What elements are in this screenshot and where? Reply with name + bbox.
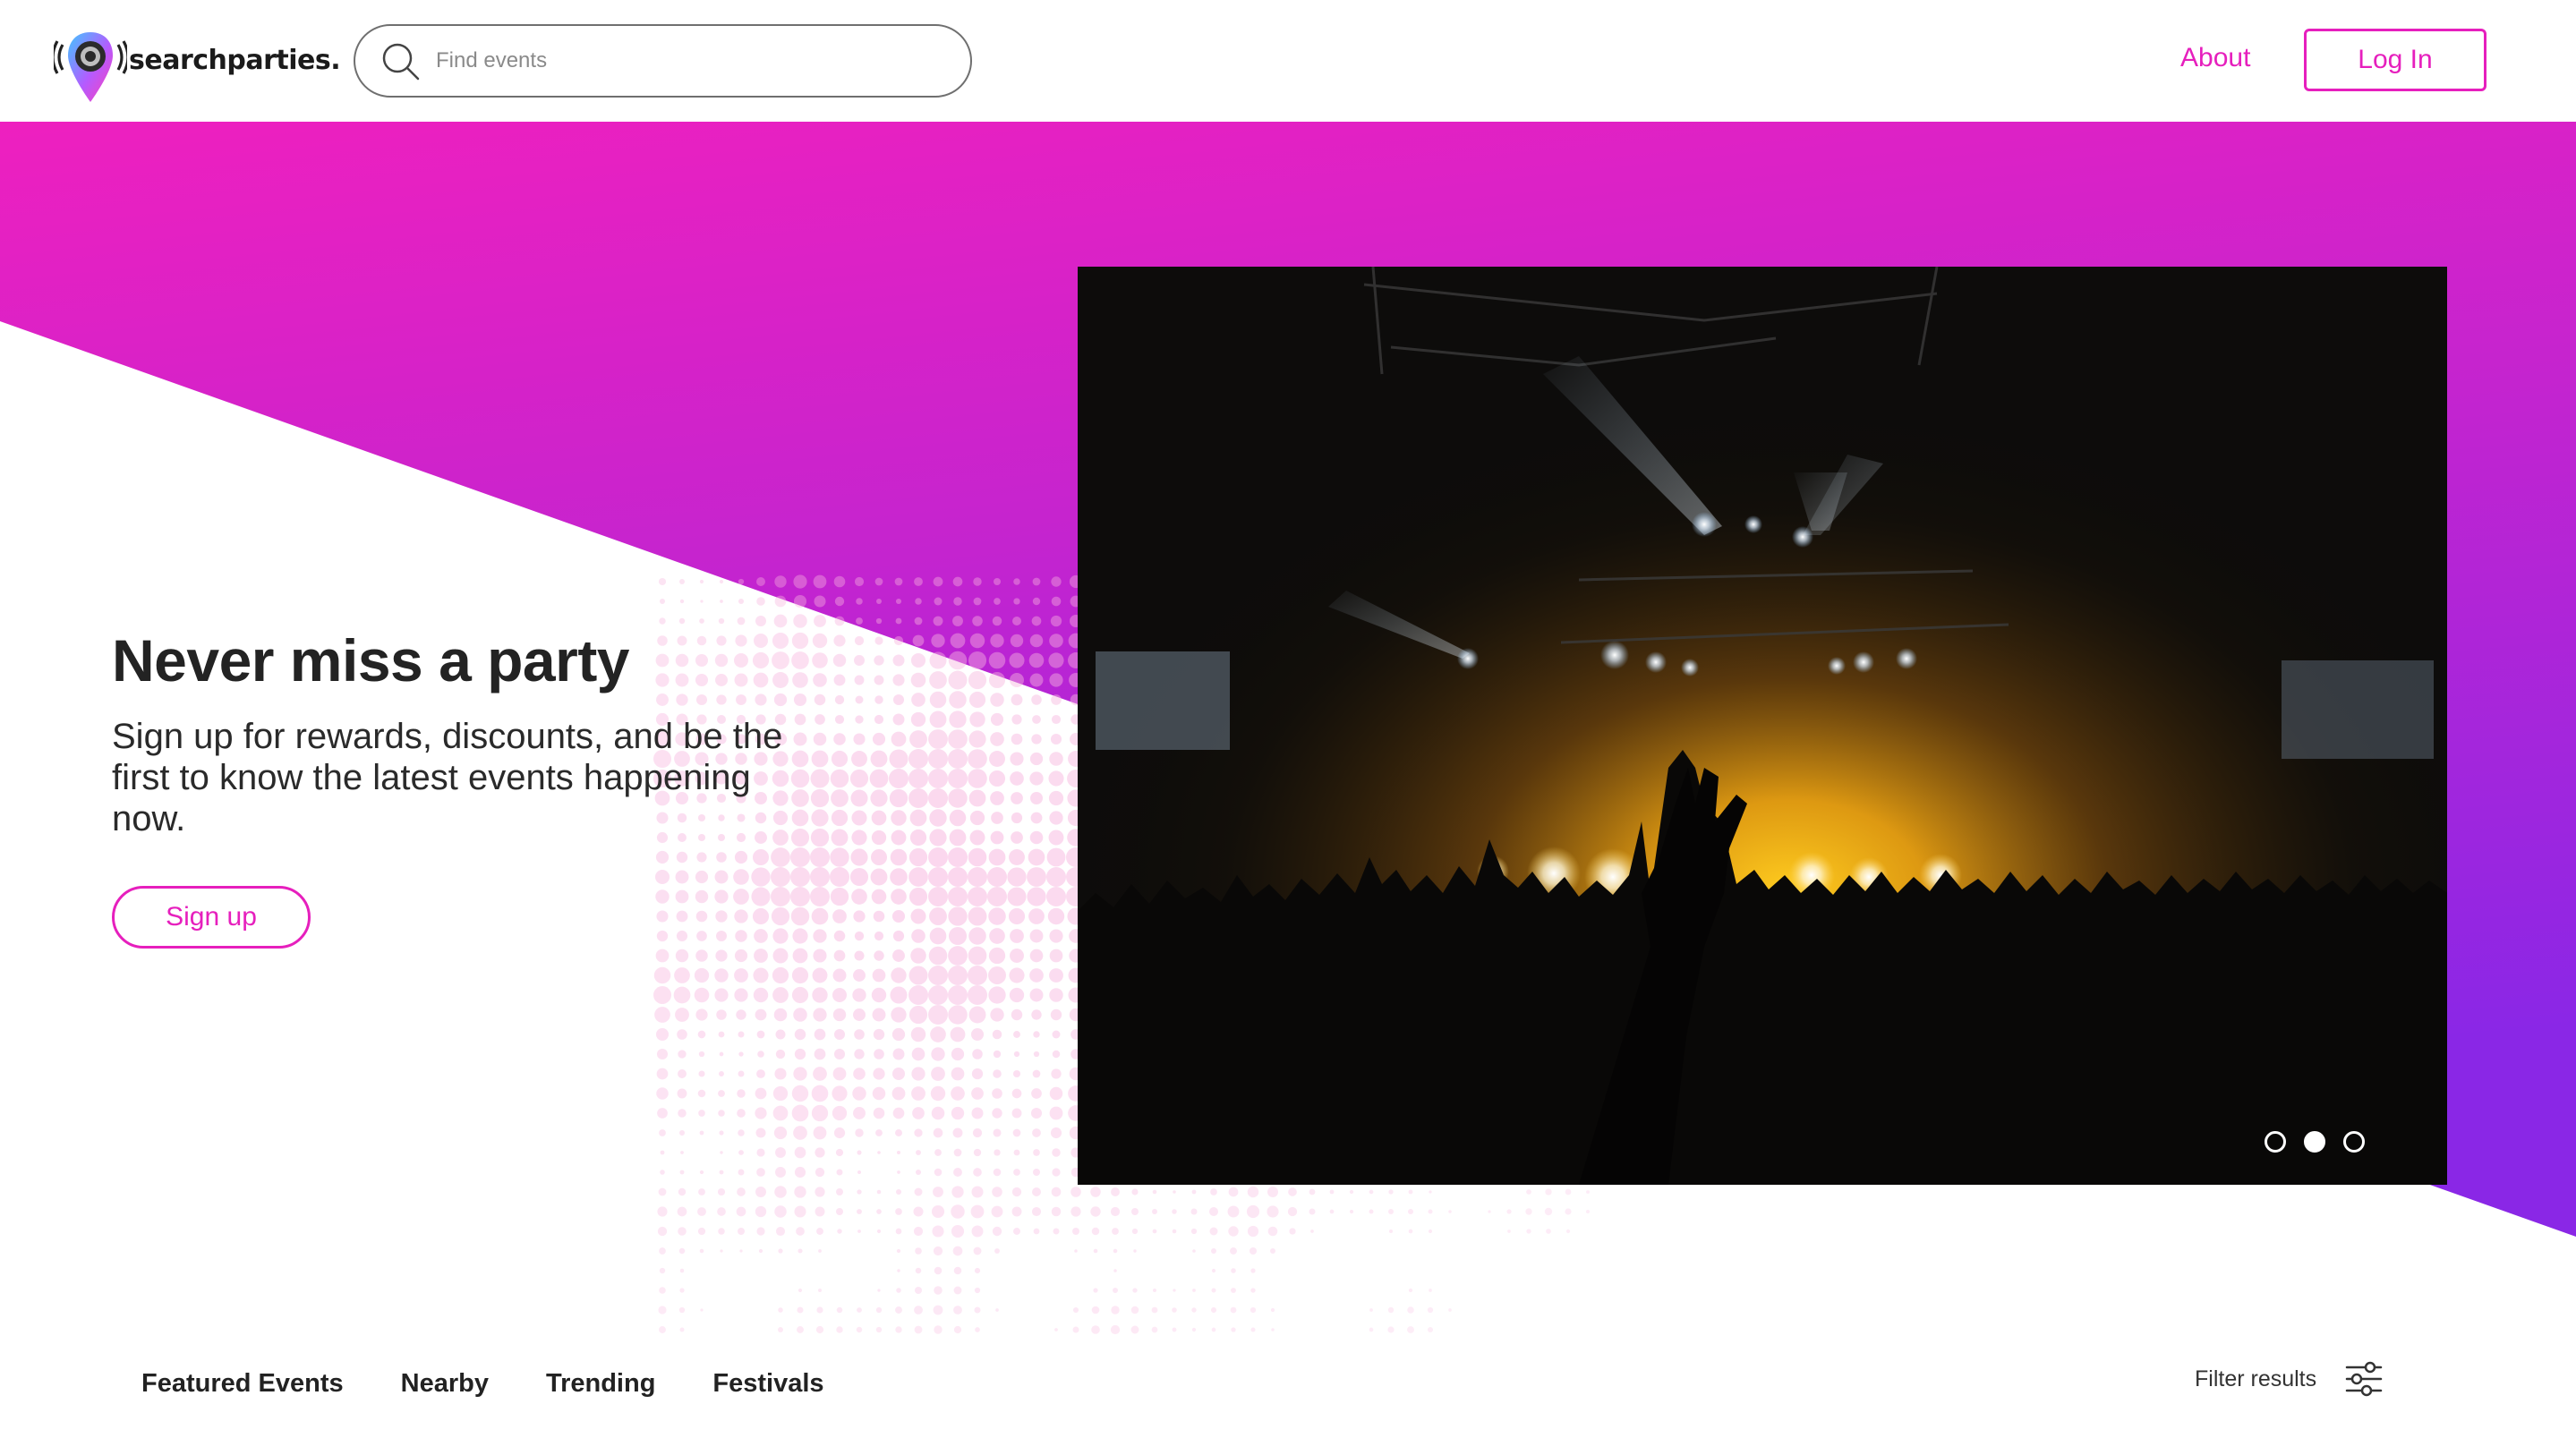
signup-button[interactable]: Sign up — [112, 886, 311, 949]
hero-copy: Never miss a party Sign up for rewards, … — [112, 626, 792, 839]
logo-pin-icon — [54, 32, 127, 102]
hero-subtitle: Sign up for rewards, discounts, and be t… — [112, 717, 783, 838]
tab-trending[interactable]: Trending — [546, 1369, 655, 1399]
concert-photo — [1078, 267, 2447, 1185]
logo[interactable]: searchparties. — [54, 30, 341, 106]
search-bar[interactable] — [354, 24, 972, 98]
tab-nearby[interactable]: Nearby — [401, 1369, 489, 1399]
hero-title: Never miss a party — [112, 627, 630, 693]
nav-about-link[interactable]: About — [2180, 43, 2250, 73]
filter-results-label: Filter results — [2195, 1366, 2317, 1391]
search-input[interactable] — [436, 48, 937, 73]
carousel-dot-2[interactable] — [2304, 1131, 2325, 1153]
carousel-dot-3[interactable] — [2343, 1131, 2365, 1153]
tab-festivals[interactable]: Festivals — [712, 1369, 823, 1399]
login-button[interactable]: Log In — [2304, 29, 2486, 91]
tab-featured-events[interactable]: Featured Events — [141, 1369, 344, 1399]
carousel-indicators — [2265, 1131, 2365, 1153]
event-category-tabs: Featured Events Nearby Trending Festival… — [141, 1369, 882, 1399]
sliders-icon[interactable] — [2343, 1358, 2384, 1400]
logo-wordmark: searchparties. — [129, 44, 341, 76]
filter-results-control[interactable]: Filter results — [2195, 1358, 2384, 1400]
hero-carousel-image[interactable] — [1078, 267, 2447, 1185]
search-icon — [382, 43, 420, 81]
site-header: searchparties. About Log In — [0, 0, 2576, 122]
carousel-dot-1[interactable] — [2265, 1131, 2286, 1153]
